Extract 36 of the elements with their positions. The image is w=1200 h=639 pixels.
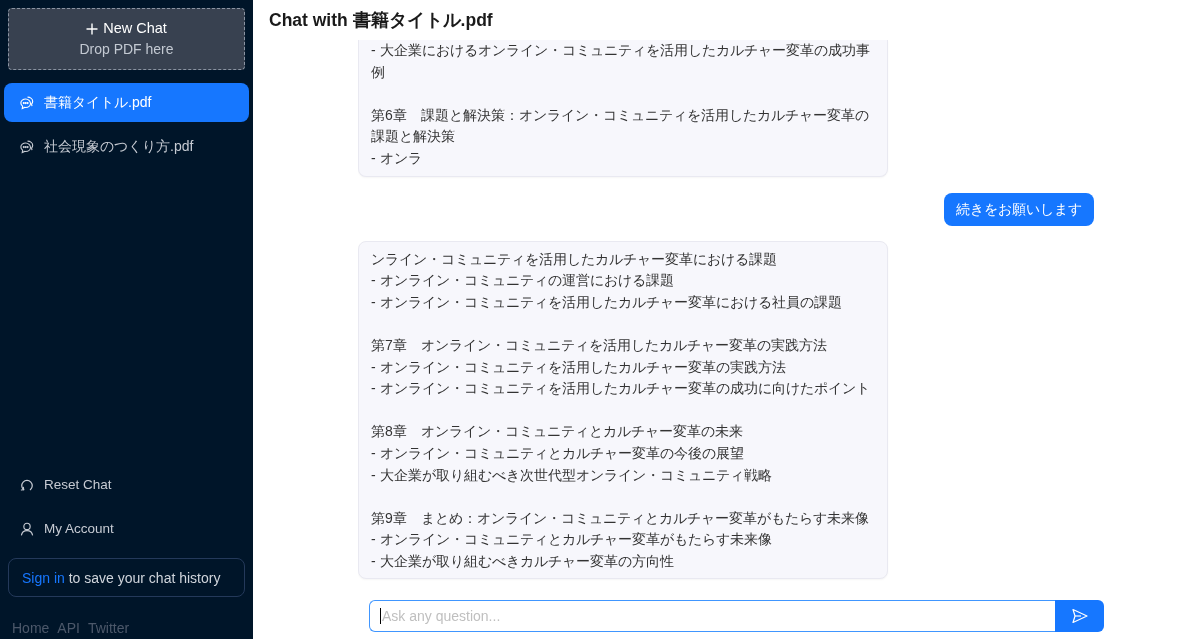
message-text: 第6章 課題と解決策：オンライン・コミュニティを活用したカルチャー変革の課題と解決策 xyxy=(371,105,870,147)
message-text: - オンライン・コミュニティとカルチャー変革がもたらす未来像 xyxy=(371,530,773,550)
message-text: - オンライン・コミュニティを活用したカルチャー変革における社員の課題 xyxy=(371,292,843,312)
chat-title: Chat with 書籍タイトル.pdf xyxy=(269,9,493,32)
footer-link[interactable]: API xyxy=(57,618,80,638)
message-text: - 大企業が取り組むべき次世代型オンライン・コミュニティ戦略 xyxy=(371,465,773,485)
user-message: 続きをお願いします xyxy=(944,192,1094,226)
reset-chat-button[interactable]: Reset Chat xyxy=(4,465,249,504)
chat-icon xyxy=(20,139,34,154)
chat-icon xyxy=(20,95,34,110)
message-text: - 大企業におけるオンライン・コミュニティを活用したカルチャー変革の成功事例 xyxy=(371,41,871,82)
question-input[interactable]: Ask any question... xyxy=(369,600,1055,632)
message-text: 第8章 オンライン・コミュニティとカルチャー変革の未来 xyxy=(371,422,744,442)
plus-icon xyxy=(86,22,99,35)
message-text: - 大企業が取り組むべきカルチャー変革の方向性 xyxy=(371,551,675,571)
sign-in-prompt: Sign in to save your chat history xyxy=(22,569,221,586)
chat-item[interactable]: 書籍タイトル.pdf xyxy=(4,83,249,122)
reset-icon xyxy=(20,477,34,492)
message-text: - オンライン・コミュニティを活用したカルチャー変革の実践方法 xyxy=(371,357,787,377)
sign-in-link[interactable]: Sign in xyxy=(22,569,65,586)
message-text: 第7章 オンライン・コミュニティを活用したカルチャー変革の実践方法 xyxy=(371,335,828,355)
footer-link[interactable]: Twitter xyxy=(87,618,130,638)
message-text: ンライン・コミュニティを活用したカルチャー変革における課題 xyxy=(371,249,778,269)
message-text: - オンライン・コミュニティを活用したカルチャー変革の成功に向けたポイント xyxy=(371,379,871,399)
message-text: - オンライン・コミュニティとカルチャー変革の今後の展望 xyxy=(371,443,745,463)
footer-link[interactable]: Home xyxy=(12,618,50,638)
user-icon xyxy=(20,521,34,536)
message-text: 第9章 まとめ：オンライン・コミュニティとカルチャー変革がもたらす未来像 xyxy=(371,508,870,528)
account-button[interactable]: My Account xyxy=(4,509,249,548)
message-text: - オンライン・コミュニティの運営における課題 xyxy=(371,271,675,291)
send-icon xyxy=(1071,608,1088,624)
chat-item[interactable]: 社会現象のつくり方.pdf xyxy=(4,127,249,166)
send-button[interactable] xyxy=(1055,600,1104,632)
new-chat-button[interactable]: New Chat Drop PDF here xyxy=(8,8,245,70)
message-text: - オンラ xyxy=(371,148,423,168)
text-cursor-icon xyxy=(380,608,381,624)
